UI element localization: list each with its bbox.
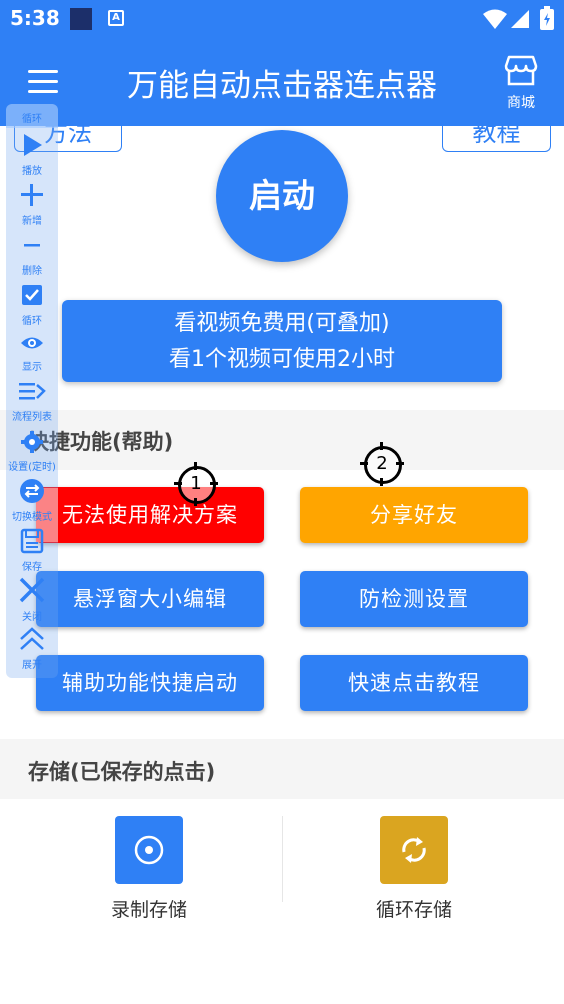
eye-icon: [21, 337, 43, 349]
toolbar-close-button[interactable]: 关闭: [6, 576, 58, 623]
toolbar-top-label: 循环: [6, 104, 58, 128]
plus-icon: [21, 184, 43, 206]
shop-button[interactable]: 商城: [500, 54, 542, 112]
video-line-2: 看1个视频可使用2小时: [169, 347, 395, 372]
toolbar-settings-label: 设置(定时): [8, 462, 56, 473]
click-point-2-number: 2: [376, 453, 388, 474]
loop-storage-label: 循环存储: [375, 899, 452, 921]
toolbar-flow-list-button[interactable]: 流程列表: [6, 380, 58, 423]
click-point-1[interactable]: 1: [174, 462, 218, 506]
list-icon: [19, 383, 46, 400]
watch-video-button[interactable]: 看视频免费用(可叠加) 看1个视频可使用2小时: [62, 300, 502, 382]
status-time: 5:38: [10, 6, 60, 30]
toolbar-play-button[interactable]: 播放: [6, 132, 58, 177]
toolbar-delete-label: 删除: [22, 266, 42, 277]
a-badge-icon: A: [108, 10, 124, 26]
save-icon: [20, 528, 44, 554]
wifi-icon: [483, 9, 507, 29]
click-point-2[interactable]: 2: [360, 442, 404, 486]
toolbar-add-label: 新增: [22, 216, 42, 227]
loop-storage-button[interactable]: [380, 816, 448, 884]
toolbar-switch-mode-label: 切换模式: [12, 512, 52, 523]
record-storage-button[interactable]: [115, 816, 183, 884]
toolbar-expand-button[interactable]: 展开: [6, 626, 58, 671]
share-friends-button[interactable]: 分享好友: [300, 487, 528, 543]
record-storage-label: 录制存储: [110, 899, 187, 921]
expand-icon: [20, 627, 44, 650]
toolbar-loop-label: 循环: [22, 316, 42, 327]
toolbar-save-label: 保存: [22, 562, 42, 573]
storage-section-title: 存储(已保存的点击): [28, 760, 216, 784]
video-line-1: 看视频免费用(可叠加): [174, 311, 390, 336]
toolbar-play-label: 播放: [22, 166, 42, 177]
quick-click-tutorial-button[interactable]: 快速点击教程: [300, 655, 528, 711]
menu-icon[interactable]: [28, 70, 58, 94]
tutorial-button[interactable]: 教程: [442, 121, 551, 152]
close-icon: [19, 577, 45, 603]
float-window-size-button[interactable]: 悬浮窗大小编辑: [36, 571, 264, 627]
checkbox-icon: [22, 285, 42, 305]
record-icon: [134, 835, 164, 865]
loop-icon: [402, 837, 426, 863]
app-title: 万能自动点击器连点器: [127, 68, 437, 104]
toolbar-flow-list-label: 流程列表: [12, 412, 52, 423]
toolbar-add-button[interactable]: 新增: [6, 182, 58, 227]
toolbar-save-button[interactable]: 保存: [6, 528, 58, 573]
click-point-1-number: 1: [190, 473, 202, 494]
gear-icon: [21, 431, 43, 453]
toolbar-show-button[interactable]: 显示: [6, 332, 58, 373]
store-icon: [504, 55, 538, 86]
shop-label: 商城: [507, 95, 535, 111]
anti-detection-button[interactable]: 防检测设置: [300, 571, 528, 627]
notification-square-icon: [70, 8, 92, 30]
storage-divider: [282, 816, 283, 902]
toolbar-show-label: 显示: [22, 362, 42, 373]
toolbar-delete-button[interactable]: 删除: [6, 232, 58, 277]
toolbar-settings-button[interactable]: 设置(定时): [6, 430, 58, 473]
battery-icon: [540, 6, 554, 30]
signal-icon: [511, 10, 529, 28]
toolbar-switch-mode-button[interactable]: 切换模式: [6, 478, 58, 523]
play-icon: [24, 134, 42, 156]
minus-icon: [24, 244, 40, 247]
toolbar-expand-label: 展开: [22, 660, 42, 671]
switch-icon: [20, 479, 44, 503]
toolbar-loop-button[interactable]: 循环: [6, 282, 58, 327]
no-work-solution-button[interactable]: 无法使用解决方案: [36, 487, 264, 543]
toolbar-close-label: 关闭: [22, 612, 42, 623]
accessibility-shortcut-button[interactable]: 辅助功能快捷启动: [36, 655, 264, 711]
start-button[interactable]: 启动: [216, 130, 348, 262]
